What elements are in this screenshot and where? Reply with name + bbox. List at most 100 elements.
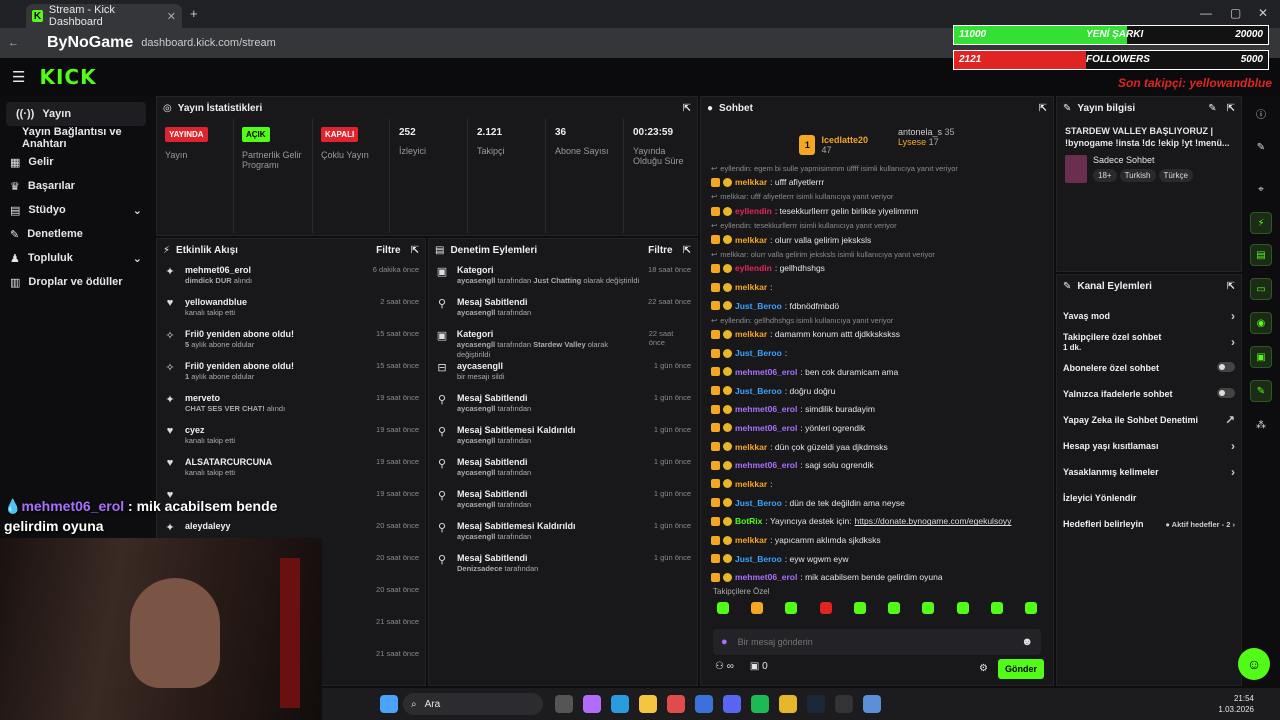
activity-filter-button[interactable]: Filtre — [376, 245, 400, 256]
settings-icon[interactable]: ⚙ — [979, 663, 988, 674]
mail-icon[interactable] — [695, 695, 713, 713]
browser-tab[interactable]: K Stream - Kick Dashboard ✕ — [26, 4, 182, 28]
emote-icon[interactable] — [888, 602, 901, 614]
sidebar-item-topluluk[interactable]: ♟ Topluluk ⌄ — [0, 246, 152, 270]
emote-icon[interactable] — [956, 602, 969, 614]
spotify-icon[interactable] — [751, 695, 769, 713]
sidebar-item-droplar[interactable]: ▥ Droplar ve ödüller — [0, 270, 152, 294]
chat-username[interactable]: eyllendin — [735, 263, 772, 273]
menu-icon[interactable]: ☰ — [12, 68, 25, 86]
community-icon[interactable]: ⁂ — [1250, 414, 1272, 436]
minimize-icon[interactable]: — — [1200, 6, 1212, 20]
chrome-icon[interactable] — [779, 695, 797, 713]
app-icon[interactable] — [863, 695, 881, 713]
lightning-icon[interactable]: ⚡ — [1250, 212, 1272, 234]
chat-username[interactable]: BotRix — [735, 516, 762, 526]
emoji-icon[interactable]: ☻ — [1021, 636, 1033, 648]
wrench-icon[interactable]: ✎ — [1250, 380, 1272, 402]
popout-icon[interactable]: ⇱ — [683, 103, 691, 114]
chat-username[interactable]: melkkar — [735, 535, 767, 545]
chat-username[interactable]: melkkar — [735, 235, 767, 245]
channel-action-row[interactable]: Takipçilere özel sohbet 1 dk. › — [1057, 329, 1241, 355]
chat-link[interactable]: https://donate.bynogame.com/egekulsoyy — [855, 516, 1012, 526]
channel-action-row[interactable]: Yapay Zeka ile Sohbet Denetimi ↗ — [1057, 407, 1241, 433]
chat-username[interactable]: melkkar — [735, 282, 767, 292]
chat-username[interactable]: Just_Beroo — [735, 348, 782, 358]
help-chat-icon[interactable]: ☺ — [1238, 648, 1270, 680]
popout-icon[interactable]: ⇱ — [1227, 281, 1235, 292]
maximize-icon[interactable]: ▢ — [1230, 6, 1241, 20]
chat-input-box[interactable]: ● ☻ — [713, 629, 1041, 655]
send-button[interactable]: Gönder — [998, 659, 1044, 679]
chat-icon[interactable]: ▭ — [1250, 278, 1272, 300]
list-icon[interactable]: ▤ — [1250, 244, 1272, 266]
channel-action-row[interactable]: Hesap yaşı kısıtlaması › — [1057, 433, 1241, 459]
back-icon[interactable]: ← — [8, 37, 19, 49]
explorer-icon[interactable] — [639, 695, 657, 713]
sidebar-item-studyo[interactable]: ▤ Stüdyo ⌄ — [0, 198, 152, 222]
focus-icon[interactable]: ⌖ — [1250, 178, 1272, 200]
sidebar-item-yayin[interactable]: ((·)) Yayın — [6, 102, 146, 126]
popout-icon[interactable]: ⇱ — [683, 245, 691, 256]
chat-username[interactable]: Just_Beroo — [735, 498, 782, 508]
obs-icon[interactable] — [835, 695, 853, 713]
popout-icon[interactable]: ⇱ — [411, 245, 419, 256]
new-tab-icon[interactable]: + — [190, 6, 198, 21]
channel-action-row[interactable]: Yasaklanmış kelimeler › — [1057, 459, 1241, 485]
emote-icon[interactable] — [1024, 602, 1037, 614]
moderation-filter-button[interactable]: Filtre — [648, 245, 672, 256]
chat-username[interactable]: melkkar — [735, 329, 767, 339]
emote-icon[interactable] — [853, 602, 866, 614]
taskbar-search[interactable]: ⌕ Ara — [403, 693, 543, 715]
chat-username[interactable]: mehmet06_erol — [735, 367, 797, 377]
moderation-icon[interactable]: ▣ — [1250, 346, 1272, 368]
chat-username[interactable]: Just_Beroo — [735, 301, 782, 311]
close-tab-icon[interactable]: ✕ — [167, 10, 176, 23]
steam-icon[interactable] — [807, 695, 825, 713]
edit-icon[interactable]: ✎ — [1208, 103, 1216, 114]
emote-icon[interactable] — [717, 602, 729, 614]
url-field[interactable]: dashboard.kick.com/stream — [141, 37, 276, 49]
channel-action-row[interactable]: İzleyici Yönlendir — [1057, 485, 1241, 511]
discord-icon[interactable] — [723, 695, 741, 713]
chat-input[interactable] — [737, 637, 1012, 647]
toggle-switch[interactable] — [1217, 388, 1235, 398]
sidebar-item-stream-key[interactable]: Yayın Bağlantısı ve Anahtarı — [0, 126, 152, 150]
emote-icon[interactable] — [819, 602, 832, 614]
sidebar-item-gelir[interactable]: ▦ Gelir — [0, 150, 152, 174]
window-close-icon[interactable]: ✕ — [1258, 6, 1268, 20]
task-view-icon[interactable] — [555, 695, 573, 713]
kick-logo[interactable]: KICK — [39, 65, 96, 89]
chat-username[interactable]: melkkar — [735, 442, 767, 452]
edge-icon[interactable] — [611, 695, 629, 713]
chat-username[interactable]: Just_Beroo — [735, 554, 782, 564]
channel-action-row[interactable]: Yalnızca ifadelerle sohbet — [1057, 381, 1241, 407]
sidebar-item-basarilar[interactable]: ♛ Başarılar — [0, 174, 152, 198]
chat-username[interactable]: mehmet06_erol — [735, 572, 797, 582]
chat-username[interactable]: mehmet06_erol — [735, 423, 797, 433]
chat-username[interactable]: mehmet06_erol — [735, 460, 797, 470]
channel-action-row[interactable]: Yavaş mod › — [1057, 303, 1241, 329]
emote-icon[interactable] — [990, 602, 1003, 614]
emote-icon[interactable] — [785, 602, 798, 614]
chat-username[interactable]: mehmet06_erol — [735, 404, 797, 414]
windows-start-icon[interactable] — [380, 695, 398, 713]
channel-action-row[interactable]: Abonelere özel sohbet — [1057, 355, 1241, 381]
chat-username[interactable]: melkkar — [735, 177, 767, 187]
mic-icon[interactable]: ● — [721, 636, 728, 648]
pencil-icon[interactable]: ✎ — [1250, 136, 1272, 158]
app-icon[interactable] — [667, 695, 685, 713]
popout-icon[interactable]: ⇱ — [1227, 103, 1235, 114]
broadcast-icon[interactable]: ◉ — [1250, 312, 1272, 334]
emote-icon[interactable] — [751, 602, 764, 614]
popout-icon[interactable]: ⇱ — [1039, 103, 1047, 114]
copilot-icon[interactable] — [583, 695, 601, 713]
info-icon[interactable]: ⓘ — [1250, 102, 1272, 124]
channel-action-row[interactable]: Hedefleri belirleyin ● Aktif hedefler - 2… — [1057, 511, 1241, 537]
sidebar-item-denetleme[interactable]: ✎ Denetleme — [0, 222, 152, 246]
chat-username[interactable]: eyllendin — [735, 206, 772, 216]
toggle-switch[interactable] — [1217, 362, 1235, 372]
chat-username[interactable]: Just_Beroo — [735, 386, 782, 396]
emote-icon[interactable] — [922, 602, 935, 614]
chat-username[interactable]: melkkar — [735, 479, 767, 489]
